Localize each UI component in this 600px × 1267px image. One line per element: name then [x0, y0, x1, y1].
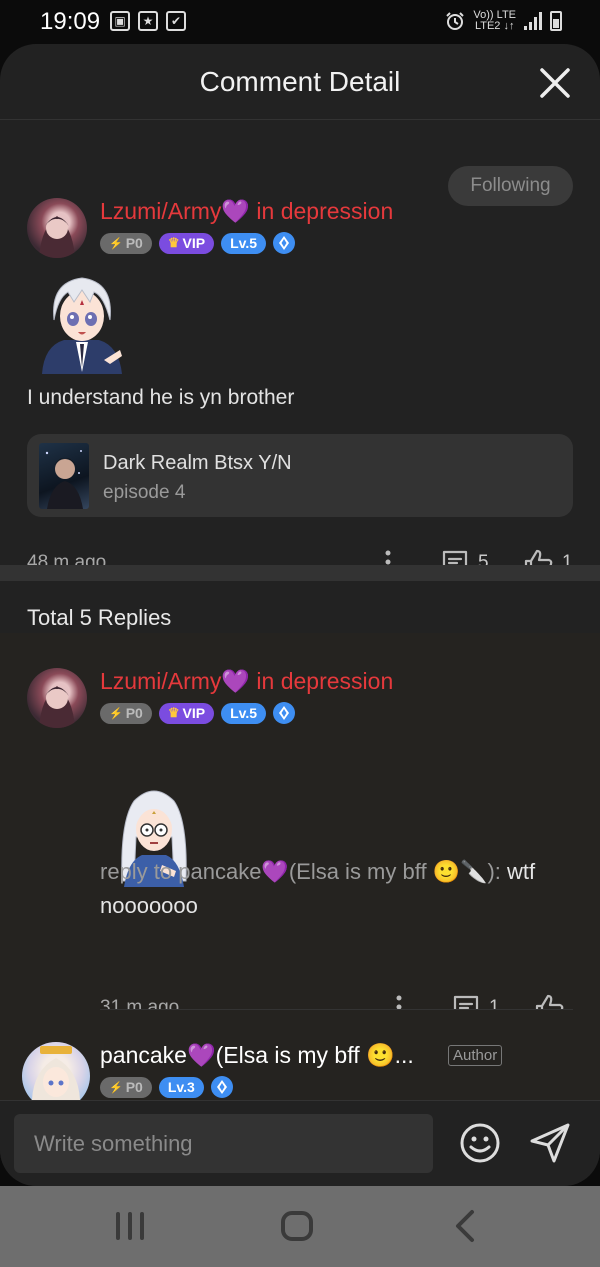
gem-badge-icon [273, 232, 296, 254]
author-tag: Author [448, 1045, 503, 1066]
status-bar: 19:09 ▣ ★ ✔ Vo)) LTE LTE2 ↓↑ [0, 0, 600, 44]
reply-item: pancake💜(Elsa is my bff 🙂... Author ⚡ P0… [0, 1010, 600, 1100]
user-badges: ⚡ P0 ♛ VIP Lv.5 [100, 702, 296, 724]
reply-username[interactable]: Lzumi/Army💜 in depression [100, 668, 393, 695]
comment-text: I understand he is yn brother [27, 386, 295, 409]
replies-title: Total 5 Replies [27, 605, 172, 630]
notification-icons: ▣ ★ ✔ [110, 11, 186, 31]
vip-badge: ♛ VIP [158, 702, 215, 724]
power-badge-label: P0 [125, 235, 143, 251]
reply-username[interactable]: pancake💜(Elsa is my bff 🙂... [100, 1042, 414, 1069]
comment-input[interactable] [14, 1114, 433, 1173]
power-badge: ⚡ P0 [100, 702, 152, 724]
avatar[interactable] [27, 198, 87, 258]
sheet-header: Comment Detail [0, 44, 600, 120]
power-badge-label: P0 [125, 705, 143, 721]
system-nav-bar [0, 1186, 600, 1267]
comment-username[interactable]: Lzumi/Army💜 in depression [100, 198, 393, 225]
avatar[interactable] [22, 1042, 90, 1100]
reply-item: Lzumi/Army💜 in depression ⚡ P0 ♛ VIP Lv.… [0, 633, 600, 1022]
reply-text: reply to pancake💜(Elsa is my bff 🙂🔪): wt… [100, 855, 570, 923]
back-icon[interactable] [446, 1208, 486, 1244]
lightning-icon: ⚡ [109, 707, 123, 720]
emoji-icon[interactable] [458, 1121, 502, 1165]
check-notification-icon: ✔ [166, 11, 186, 31]
home-icon[interactable] [277, 1208, 317, 1244]
story-cover-image [39, 443, 89, 509]
recent-apps-icon[interactable] [110, 1208, 150, 1244]
signal-icon [524, 12, 542, 30]
crown-icon: ♛ [167, 235, 180, 250]
story-title: Dark Realm Btsx Y/N [103, 452, 292, 474]
power-badge: ⚡ P0 [100, 1076, 152, 1098]
level-badge: Lv.5 [221, 232, 267, 254]
power-badge: ⚡ P0 [100, 232, 152, 254]
network-line-2: LTE2 ↓↑ [474, 20, 515, 32]
user-badges: ⚡ P0 ♛ VIP Lv.5 [100, 232, 296, 254]
gem-badge-icon [210, 1076, 233, 1098]
replies-header: Total 5 Replies [0, 581, 600, 633]
network-indicator: Vo)) LTE LTE2 ↓↑ [473, 10, 516, 32]
star-notification-icon: ★ [138, 11, 158, 31]
send-icon[interactable] [528, 1121, 572, 1165]
reply-to-label[interactable]: reply to pancake💜(Elsa is my bff 🙂🔪): [100, 859, 501, 884]
story-card[interactable]: Dark Realm Btsx Y/N episode 4 [27, 434, 573, 517]
following-button[interactable]: Following [448, 166, 573, 206]
status-right: Vo)) LTE LTE2 ↓↑ [445, 10, 562, 32]
image-notification-icon: ▣ [110, 11, 130, 31]
user-badges: ⚡ P0 Lv.3 [100, 1076, 233, 1098]
lightning-icon: ⚡ [109, 237, 123, 250]
avatar[interactable] [27, 668, 87, 728]
section-separator [0, 565, 600, 581]
alarm-icon [446, 12, 465, 30]
vip-badge: ♛ VIP [158, 232, 215, 254]
level-badge: Lv.5 [221, 702, 267, 724]
story-episode: episode 4 [103, 482, 186, 503]
vip-badge-label: VIP [182, 235, 206, 251]
vip-badge-label: VIP [182, 705, 206, 721]
compose-bar [0, 1100, 600, 1186]
gem-badge-icon [273, 702, 296, 724]
power-badge-label: P0 [125, 1079, 143, 1095]
page-title: Comment Detail [199, 66, 401, 97]
main-comment: Lzumi/Army💜 in depression ⚡ P0 ♛ VIP Lv.… [0, 120, 600, 577]
lightning-icon: ⚡ [109, 1081, 123, 1094]
comment-detail-sheet: Comment Detail Lzumi/Army💜 in depression… [0, 44, 600, 1186]
status-time: 19:09 [40, 8, 101, 35]
anime-boy-sticker [42, 277, 122, 374]
crown-icon: ♛ [167, 705, 180, 720]
level-badge: Lv.3 [158, 1076, 204, 1098]
close-icon[interactable] [538, 66, 572, 100]
battery-icon [550, 11, 562, 31]
